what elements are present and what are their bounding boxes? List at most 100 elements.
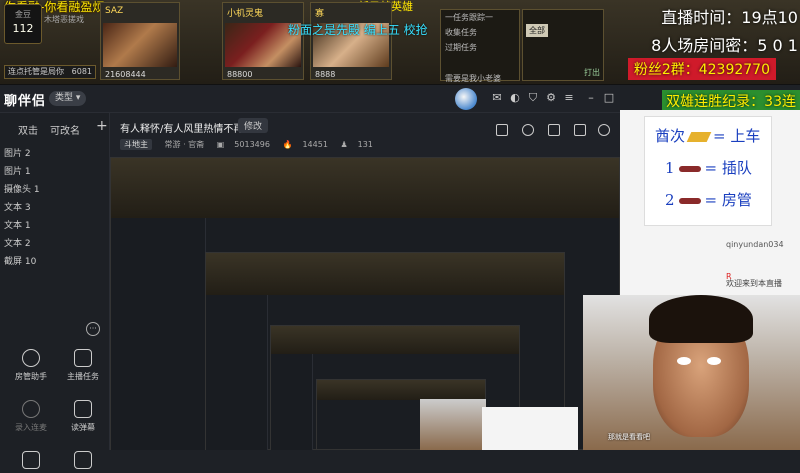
skin-icon[interactable]: ◐ — [508, 91, 522, 105]
gold-badge: 金豆 112 — [4, 4, 42, 44]
settings-icon[interactable]: ⚙ — [544, 91, 558, 105]
copy-icon[interactable] — [496, 124, 508, 136]
gold-badge-value: 112 — [12, 22, 34, 35]
queue-rules-card: 酋次 = 上车 1 = 插队 2 = 房管 — [644, 116, 772, 226]
category-tag[interactable]: 斗地主 — [120, 139, 152, 150]
webcam-subtitle: 那就是看看吧 — [608, 433, 650, 441]
viewers-icon: ♟ — [340, 140, 348, 149]
eye — [707, 357, 721, 365]
rule-admin: 2 = 房管 — [665, 189, 752, 210]
auto-play-label: 连点托管是局你 — [8, 67, 64, 76]
stream-preview[interactable] — [110, 157, 620, 450]
chat-welcome: 欢迎来到本直播 — [726, 279, 782, 288]
player-portrait — [103, 23, 177, 67]
overlay-stream-time: 直播时间：19点10 — [661, 8, 798, 27]
menu-icon[interactable]: ≡ — [562, 91, 576, 105]
gold-bar-icon — [686, 132, 712, 142]
source-item[interactable]: 文本 3 — [4, 200, 31, 213]
tool-label: 主播任务 — [67, 372, 99, 381]
tool-6[interactable] — [60, 451, 106, 473]
chat-copy — [482, 407, 578, 450]
minimize-icon[interactable]: – — [584, 91, 598, 105]
type-dropdown[interactable]: 类型 ▾ — [49, 91, 87, 106]
app-logo: 聊伴侣 — [4, 94, 47, 109]
download-icon — [22, 400, 40, 418]
table-panel: 全部 打出 — [522, 9, 604, 81]
avatar[interactable] — [455, 88, 477, 110]
knife-icon — [678, 198, 701, 204]
more-options-button[interactable]: ··· — [86, 322, 100, 336]
tab-scene[interactable]: 双击 — [18, 122, 38, 137]
webcam-feed — [583, 295, 800, 450]
task-item[interactable]: 收集任务 — [441, 25, 519, 40]
shirt-icon[interactable]: ⛉ — [526, 91, 540, 105]
game-marquee-mid: 粉面之是先殿 编上五 校抢 — [288, 23, 428, 37]
auto-play-button[interactable]: 连点托管是局你 6081 — [4, 65, 96, 79]
screen-icon — [74, 451, 92, 469]
rule-key: 1 — [665, 159, 675, 177]
record-tool[interactable]: 录入连麦 — [8, 400, 54, 433]
source-item[interactable]: 文本 2 — [4, 236, 31, 249]
player-name: SAZ — [105, 6, 124, 16]
record-icon[interactable] — [548, 124, 560, 136]
source-item[interactable]: 文本 1 — [4, 218, 31, 231]
rule-board: 酋次 = 上车 — [655, 125, 760, 146]
player-name: 寡 — [315, 9, 325, 19]
tool-label: 房管助手 — [15, 372, 47, 381]
hair — [649, 295, 753, 343]
room-manager-tool[interactable]: 房管助手 — [8, 349, 54, 382]
room-title: 有人释怀/有人风里热情不再 — [120, 124, 244, 135]
tool-label: 读弹幕 — [71, 423, 95, 432]
add-source-button[interactable]: + — [96, 118, 108, 134]
player-name: 小机灵鬼 — [227, 9, 264, 19]
overlay-room-password: 8人场房间密：5 0 1 — [651, 36, 798, 55]
danmaku-icon — [74, 400, 92, 418]
player-seat-2: 小机灵鬼 88800 — [222, 2, 304, 80]
table-tab-all[interactable]: 全部 — [526, 24, 548, 37]
room-uid: 5013496 — [234, 140, 270, 149]
maximize-icon[interactable]: □ — [602, 91, 616, 105]
type-dropdown-label: 类型 — [55, 93, 74, 103]
source-item[interactable]: 图片 1 — [4, 164, 31, 177]
game-left-label: 木塔恶搓戏 — [44, 15, 84, 24]
task-item: 一任务跟踪一 — [445, 13, 493, 22]
uid-icon: ▣ — [216, 140, 225, 149]
room-viewers: 131 — [357, 140, 373, 149]
streaming-app-window: 聊伴侣 类型 ▾ ✉ ◐ ⛉ ⚙ ≡ – □ 双击 可改名 + 图片 2 图片 … — [0, 85, 620, 469]
room-header: 有人释怀/有人风里热情不再 修改 斗地主 常游 · 官斋 ▣ 5013496 🔥 1… — [110, 113, 620, 157]
player-gold: 88800 — [227, 70, 253, 79]
tab-rename[interactable]: 可改名 — [50, 122, 80, 137]
rule-value: = 插队 — [704, 159, 752, 177]
rule-value: = 房管 — [704, 191, 752, 209]
window-icon[interactable] — [574, 124, 586, 136]
user-icon — [22, 349, 40, 367]
task-item[interactable]: 过期任务 — [441, 40, 519, 55]
overlay-win-streak: 双雄连胜纪录：33连 — [662, 90, 800, 112]
timer-icon[interactable] — [522, 124, 534, 136]
tv-icon — [22, 451, 40, 469]
player-seat-3: 寡 8888 — [310, 2, 392, 80]
stream-overlay: 直播时间：19点10 8人场房间密：5 0 1 粉丝2群：42392770 双雄… — [600, 0, 800, 112]
tool-5[interactable] — [8, 451, 54, 473]
source-item[interactable]: 摄像头 1 — [4, 182, 40, 195]
source-item[interactable]: 图片 2 — [4, 146, 31, 159]
rule-key: 2 — [665, 191, 675, 209]
chat-panel: 酋次 = 上车 1 = 插队 2 = 房管 qinyundan034 R 欢迎来到本直… — [620, 110, 800, 300]
overlay-fan-group: 粉丝2群：42392770 — [627, 58, 776, 80]
app-titlebar: 聊伴侣 类型 ▾ ✉ ◐ ⛉ ⚙ ≡ – □ — [0, 85, 620, 113]
chevron-down-icon: ▾ — [75, 93, 81, 103]
task-item[interactable]: 需要是我小老婆 — [441, 71, 519, 86]
webcam-copy — [420, 399, 486, 450]
source-item[interactable]: 截屏 10 — [4, 254, 36, 267]
eye — [677, 357, 691, 365]
knife-icon — [678, 166, 701, 172]
room-heat: 14451 — [302, 140, 328, 149]
tool-label: 录入连麦 — [15, 423, 47, 432]
edit-title-button[interactable]: 修改 — [238, 118, 269, 133]
streamer-task-tool[interactable]: 主播任务 — [60, 349, 106, 382]
message-icon[interactable]: ✉ — [490, 91, 504, 105]
scene-sidebar: 双击 可改名 + 图片 2 图片 1 摄像头 1 文本 3 文本 1 文本 2 … — [0, 113, 110, 469]
read-danmaku-tool[interactable]: 读弹幕 — [60, 400, 106, 433]
share-icon[interactable] — [598, 124, 610, 136]
chat-username: qinyundan034 — [726, 240, 784, 249]
